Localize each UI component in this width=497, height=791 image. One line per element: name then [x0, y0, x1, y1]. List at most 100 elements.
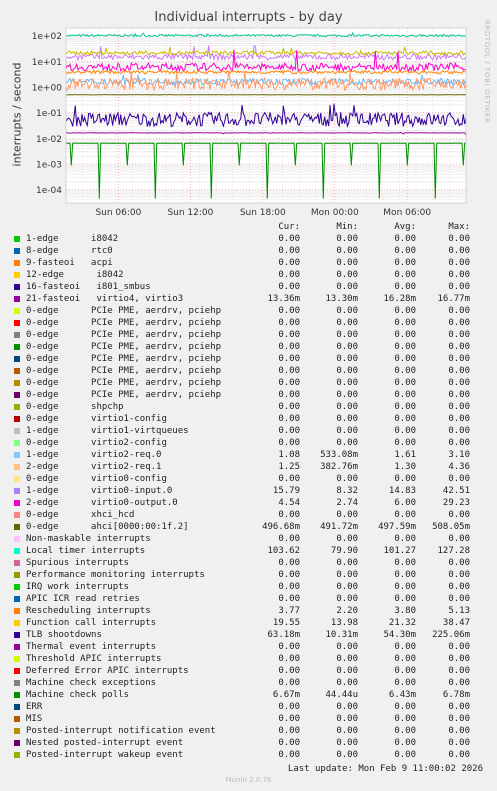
legend-label: TLB shootdowns [26, 630, 102, 640]
legend-max-value: 0.00 [448, 258, 470, 268]
legend-swatch [14, 284, 20, 290]
legend-max-value: 0.00 [448, 738, 470, 748]
legend-row: 21-fasteoi virtio4, virtio3 13.36m 13.30m 1… [0, 294, 497, 306]
legend-swatch [14, 260, 20, 266]
legend-swatch [14, 392, 20, 398]
legend-max-value: 0.00 [448, 558, 470, 568]
x-tick-label: Sun 12:00 [167, 208, 213, 218]
legend-max-value: 0.00 [448, 642, 470, 652]
munin-version: Munin 2.0.76 [225, 776, 272, 784]
legend-row: Thermal event interrupts 0.00 0.00 0.00 0.00 [0, 642, 497, 654]
legend-max-value: 0.00 [448, 378, 470, 388]
legend-label: 12-edge i8042 [26, 270, 124, 280]
legend-row: Machine check polls 6.67m 44.44u 6.43m 6.78m [0, 690, 497, 702]
legend-row: 0-edge PCIe PME, aerdrv, pciehp 0.00 0.00 0… [0, 306, 497, 318]
legend-max-value: 29.23 [442, 498, 470, 508]
legend-max-value: 38.47 [442, 618, 470, 628]
y-tick-label: 1e+02 [32, 32, 62, 42]
legend-swatch [14, 740, 20, 746]
legend-label: 0-edge PCIe PME, aerdrv, pciehp [26, 378, 222, 388]
legend-label: Local timer interrupts [26, 546, 146, 556]
legend-row: 2-edge virtio2-req.1 1.25 382.76m 1.30 4.36 [0, 462, 497, 474]
legend-max-value: 0.00 [448, 366, 470, 376]
legend-swatch [14, 488, 20, 494]
legend-max-value: 0.00 [448, 282, 470, 292]
x-tick-label: Sun 18:00 [240, 208, 286, 218]
legend-label: Spurious interrupts [26, 558, 129, 568]
legend-max-value: 0.00 [448, 714, 470, 724]
legend-swatch [14, 704, 20, 710]
legend-label: 16-fasteoi i801_smbus [26, 282, 151, 292]
legend-max-value: 0.00 [448, 426, 470, 436]
legend-row: 0-edge PCIe PME, aerdrv, pciehp 0.00 0.00 0… [0, 354, 497, 366]
legend-row: 1-edge virtio1-virtqueues 0.00 0.00 0.00 0.0… [0, 426, 497, 438]
legend-swatch [14, 368, 20, 374]
legend-row: Performance monitoring interrupts 0.00 0.0… [0, 570, 497, 582]
legend-row: 0-edge PCIe PME, aerdrv, pciehp 0.00 0.00 0… [0, 366, 497, 378]
legend-label: ERR [26, 702, 43, 712]
legend-label: Performance monitoring interrupts [26, 570, 205, 580]
legend-swatch [14, 416, 20, 422]
legend-max-value: 0.00 [448, 354, 470, 364]
legend-row: 1-edge virtio2-req.0 1.08 533.08m 1.61 3.10 [0, 450, 497, 462]
legend-row: 0-edge virtio0-config 0.00 0.00 0.00 0.00 [0, 474, 497, 486]
legend-max-value: 0.00 [448, 654, 470, 664]
y-tick-label: 1e-04 [36, 186, 62, 196]
legend-label: 0-edge PCIe PME, aerdrv, pciehp [26, 366, 222, 376]
legend-row: 8-edge rtc0 0.00 0.00 0.00 0.00 [0, 246, 497, 258]
legend-max-value: 0.00 [448, 594, 470, 604]
legend-label: 0-edge virtio0-config [26, 474, 167, 484]
legend-row: IRQ work interrupts 0.00 0.00 0.00 0.00 [0, 582, 497, 594]
legend-label: Machine check exceptions [26, 678, 157, 688]
legend-label: 0-edge shpchp [26, 402, 124, 412]
legend-label: Thermal event interrupts [26, 642, 157, 652]
legend-swatch [14, 644, 20, 650]
header-avg: Avg: [394, 222, 416, 232]
legend-max-value: 0.00 [448, 534, 470, 544]
legend-row: Deferred Error APIC interrupts 0.00 0.00 0.… [0, 666, 497, 678]
legend-label: Deferred Error APIC interrupts [26, 666, 189, 676]
legend-label: 0-edge PCIe PME, aerdrv, pciehp [26, 354, 222, 364]
legend-max-value: 0.00 [448, 342, 470, 352]
header-min: Min: [336, 222, 358, 232]
y-tick-label: 1e+00 [32, 84, 63, 94]
legend-max-value: 0.00 [448, 570, 470, 580]
legend-row: Non-maskable interrupts 0.00 0.00 0.00 0.00 [0, 534, 497, 546]
legend-swatch [14, 680, 20, 686]
legend-swatch [14, 332, 20, 338]
legend-max-value: 0.00 [448, 438, 470, 448]
legend-max-value: 508.05m [432, 522, 470, 532]
legend-label: 0-edge virtio2-config [26, 438, 167, 448]
legend-label: 1-edge virtio1-virtqueues [26, 426, 189, 436]
legend-row: Nested posted-interrupt event 0.00 0.00 0.0… [0, 738, 497, 750]
legend-label: 0-edge ahci[0000:00:1f.2] [26, 522, 189, 532]
legend-max-value: 0.00 [448, 318, 470, 328]
legend-swatch [14, 308, 20, 314]
legend-label: Nested posted-interrupt event [26, 738, 184, 748]
legend-swatch [14, 476, 20, 482]
y-tick-label: 1e+01 [32, 58, 62, 68]
legend-swatch [14, 716, 20, 722]
legend-label: 9-fasteoi acpi [26, 258, 113, 268]
legend-row: 0-edge virtio2-config 0.00 0.00 0.00 0.00 [0, 438, 497, 450]
legend-row: TLB shootdowns 63.18m 10.31m 54.30m 225.06m [0, 630, 497, 642]
legend-label: Non-maskable interrupts [26, 534, 151, 544]
y-tick-label: 1e-03 [36, 160, 62, 170]
x-tick-label: Sun 06:00 [95, 208, 141, 218]
header-max: Max: [448, 222, 470, 232]
legend-row: 0-edge PCIe PME, aerdrv, pciehp 0.00 0.00 0… [0, 390, 497, 402]
legend-max-value: 0.00 [448, 666, 470, 676]
legend-swatch [14, 608, 20, 614]
legend-label: Rescheduling interrupts [26, 606, 151, 616]
header-cur: Cur: [278, 222, 300, 232]
legend-max-value: 0.00 [448, 390, 470, 400]
legend-swatch [14, 452, 20, 458]
legend-max-value: 4.36 [448, 462, 470, 472]
legend-max-value: 0.00 [448, 474, 470, 484]
legend-row: Rescheduling interrupts 3.77 2.20 3.80 5.13 [0, 606, 497, 618]
legend-row: ERR 0.00 0.00 0.00 0.00 [0, 702, 497, 714]
legend-label: 2-edge virtio0-output.0 [26, 498, 178, 508]
legend-max-value: 0.00 [448, 750, 470, 760]
legend-row: 2-edge virtio0-output.0 4.54 2.74 6.00 29.23 [0, 498, 497, 510]
legend-label: 1-edge virtio0-input.0 [26, 486, 173, 496]
